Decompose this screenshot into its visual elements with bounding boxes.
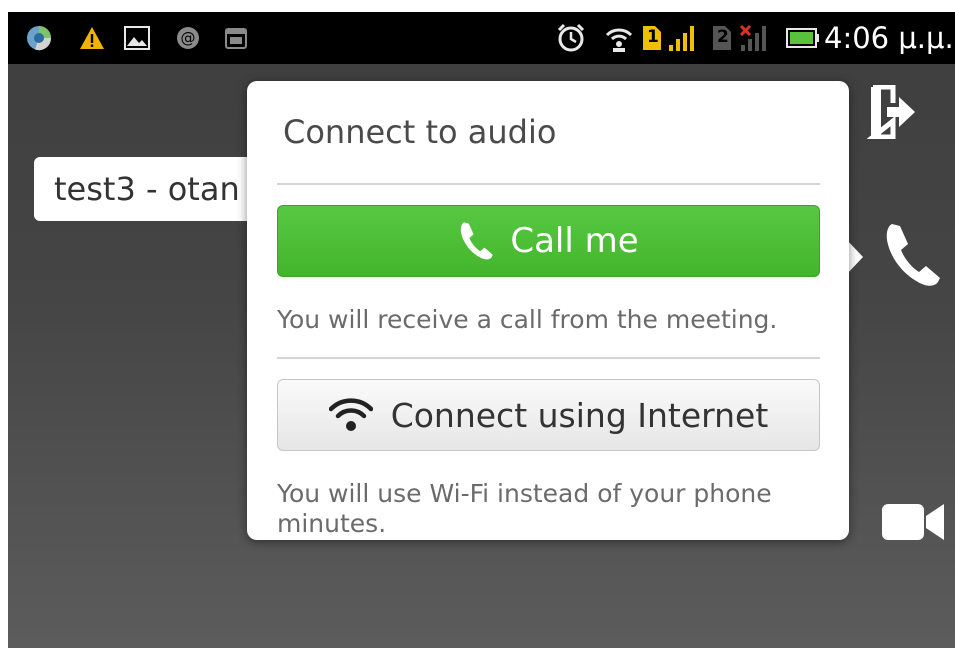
svg-text:@: @ [181, 29, 196, 47]
status-time: 4:06 μ.μ. [824, 21, 954, 55]
at-sign-icon: @ [175, 25, 201, 51]
wifi-hotspot-icon [604, 23, 634, 53]
warning-icon [79, 25, 105, 51]
signal-icon [668, 23, 698, 53]
internet-helper: You will use Wi-Fi instead of your phone… [277, 479, 772, 538]
meeting-title: test3 - otan [34, 157, 274, 221]
connect-audio-dialog: Connect to audio Call me You will receiv… [247, 81, 849, 540]
meeting-screen: @ 1 2 4:06 μ.μ. test3 - otan Connect to … [8, 12, 955, 648]
call-me-button[interactable]: Call me [277, 205, 820, 277]
phone-icon [458, 220, 494, 262]
battery-icon [786, 27, 820, 49]
divider [277, 183, 820, 185]
connect-internet-label: Connect using Internet [390, 395, 769, 435]
calendar-icon [223, 25, 249, 51]
video-camera-icon[interactable] [878, 498, 948, 546]
gallery-icon [124, 25, 150, 51]
wifi-icon [328, 397, 373, 433]
alarm-icon [556, 23, 586, 53]
call-me-helper: You will receive a call from the meeting… [277, 305, 778, 334]
sim1-label: 1 [647, 27, 659, 47]
connect-internet-button[interactable]: Connect using Internet [277, 379, 820, 451]
sim2-label: 2 [717, 27, 729, 47]
leave-meeting-icon[interactable] [864, 84, 920, 140]
phone-icon[interactable] [880, 218, 944, 292]
divider [277, 357, 820, 359]
dialog-title: Connect to audio [283, 113, 557, 151]
sim1-icon: 1 [641, 24, 663, 52]
chrome-orb-icon [26, 25, 52, 51]
no-signal-icon [738, 23, 768, 53]
sim2-icon: 2 [711, 24, 733, 52]
call-me-label: Call me [510, 221, 639, 261]
status-bar: @ 1 2 4:06 μ.μ. [8, 12, 955, 64]
